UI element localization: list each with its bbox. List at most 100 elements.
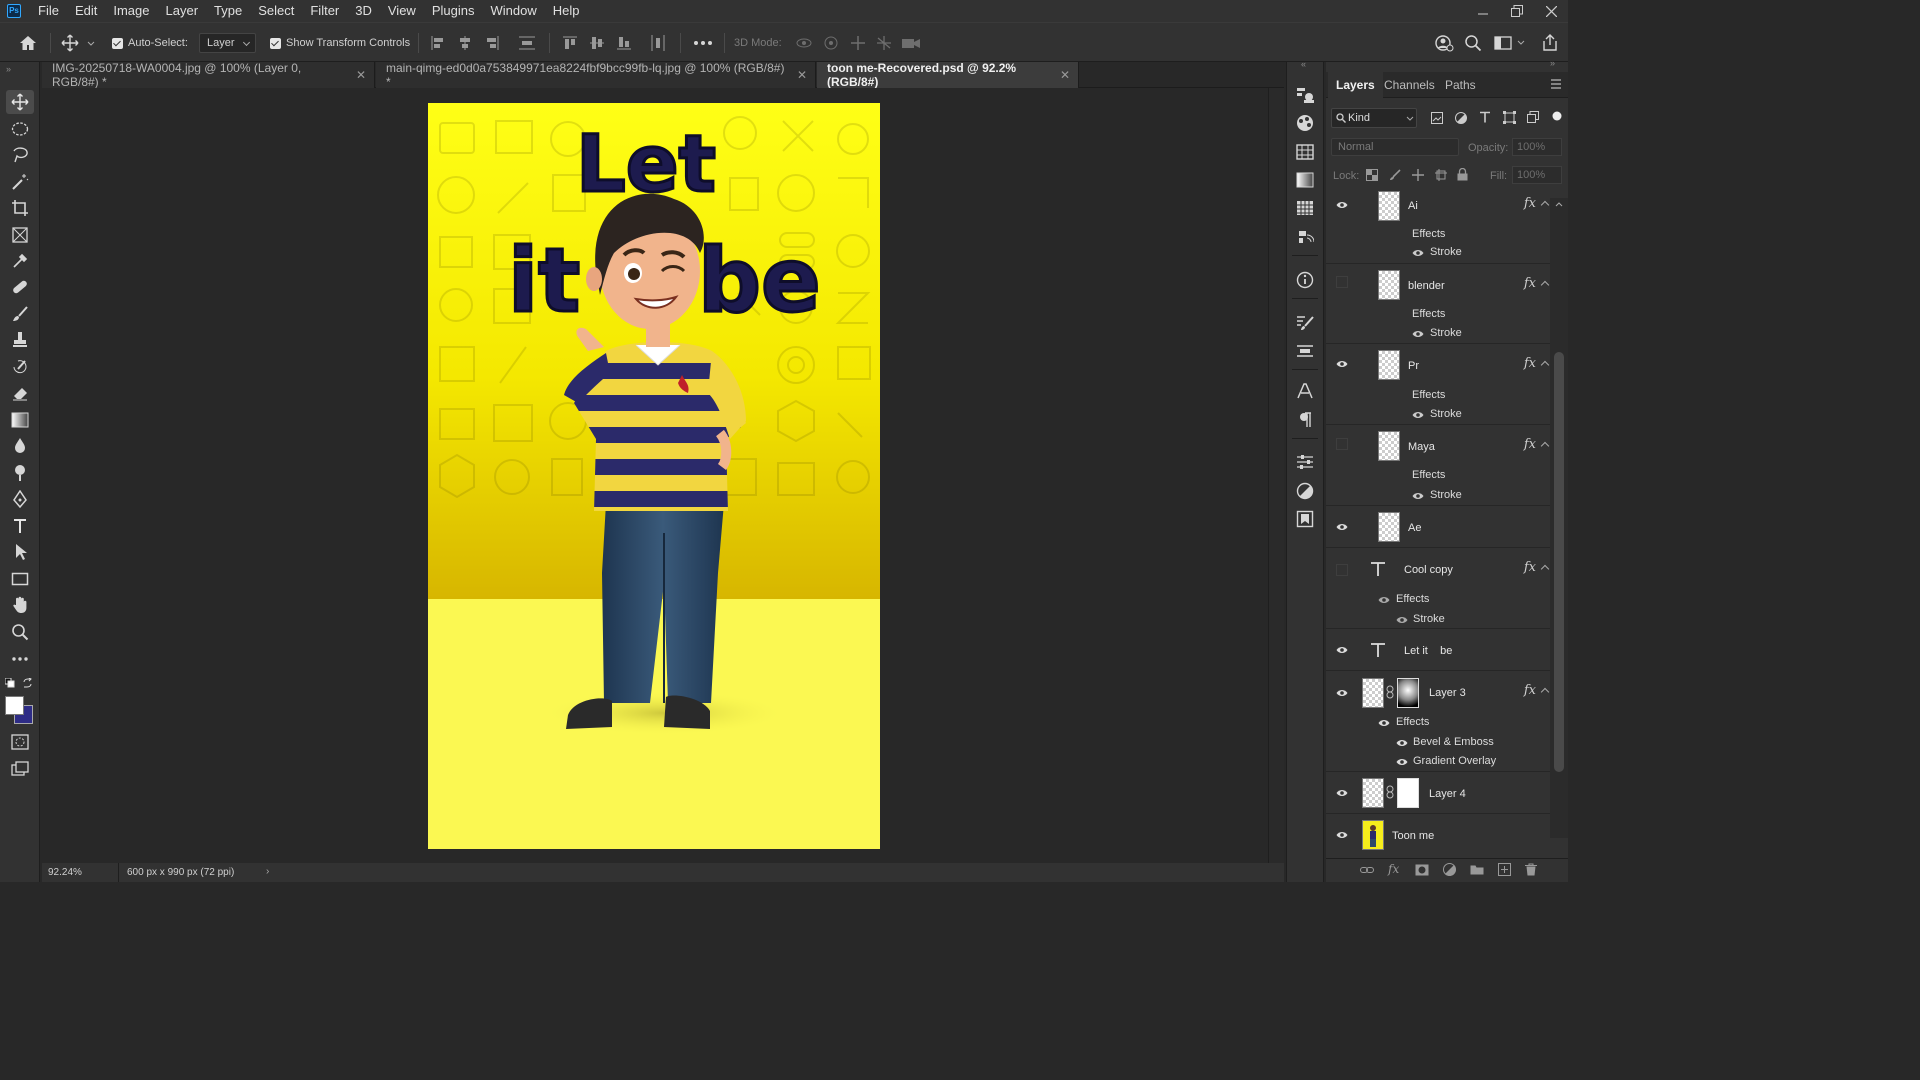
layer-row-cool-copy[interactable]: Cool copy fx Effects Stroke bbox=[1326, 548, 1550, 629]
lock-position-icon[interactable] bbox=[1412, 169, 1424, 181]
layer-name[interactable]: Ae bbox=[1408, 522, 1421, 534]
link-chain-icon[interactable] bbox=[1386, 785, 1394, 799]
layer-name[interactable]: Layer 4 bbox=[1429, 788, 1466, 800]
tab-toon-me-recovered[interactable]: toon me-Recovered.psd @ 92.2% (RGB/8#) ✕ bbox=[817, 61, 1079, 89]
align-left-icon[interactable] bbox=[430, 23, 446, 63]
effect-stroke[interactable]: Stroke bbox=[1430, 327, 1462, 339]
menu-view[interactable]: View bbox=[380, 0, 424, 22]
layer-row-layer-3[interactable]: Layer 3 fx Effects Bevel & Emboss Gradie… bbox=[1326, 671, 1550, 772]
link-layers-icon[interactable] bbox=[1360, 865, 1374, 875]
rectangle-tool[interactable] bbox=[6, 567, 34, 591]
layer-name[interactable]: Maya bbox=[1408, 441, 1435, 453]
visibility-eye-icon[interactable] bbox=[1336, 201, 1348, 209]
align-bottom-icon[interactable] bbox=[616, 23, 632, 63]
layer-mask-thumbnail[interactable] bbox=[1397, 678, 1419, 708]
default-colors-icon[interactable] bbox=[5, 678, 15, 688]
swap-colors-icon[interactable] bbox=[23, 678, 33, 688]
effect-visibility-eye-icon[interactable] bbox=[1412, 249, 1424, 257]
move-tool[interactable] bbox=[6, 90, 34, 114]
align-right-icon[interactable] bbox=[484, 23, 500, 63]
effect-gradient-overlay[interactable]: Gradient Overlay bbox=[1413, 755, 1496, 767]
menu-help[interactable]: Help bbox=[545, 0, 588, 22]
opacity-input[interactable]: 100% bbox=[1512, 138, 1562, 156]
layer-name[interactable]: Let it be bbox=[1404, 645, 1452, 657]
color-panel-icon[interactable] bbox=[1292, 112, 1318, 134]
fill-input[interactable]: 100% bbox=[1512, 166, 1562, 184]
zoom-tool[interactable] bbox=[6, 620, 34, 644]
menu-select[interactable]: Select bbox=[250, 0, 302, 22]
menu-edit[interactable]: Edit bbox=[67, 0, 105, 22]
brush-settings-panel-icon[interactable] bbox=[1292, 312, 1318, 334]
close-tab-icon[interactable]: ✕ bbox=[1060, 68, 1070, 82]
filter-toggle-icon[interactable] bbox=[1551, 110, 1563, 122]
layer-name[interactable]: blender bbox=[1408, 280, 1445, 292]
visibility-toggle-off[interactable] bbox=[1336, 276, 1348, 288]
edit-toolbar-icon[interactable] bbox=[6, 647, 34, 671]
more-options-icon[interactable] bbox=[693, 23, 713, 63]
new-adjustment-layer-icon[interactable] bbox=[1443, 863, 1456, 876]
collapse-effects-icon[interactable] bbox=[1540, 360, 1550, 370]
menu-layer[interactable]: Layer bbox=[158, 0, 207, 22]
fx-icon[interactable]: fx bbox=[1524, 196, 1536, 211]
layer-row-blender[interactable]: blender fx Effects Stroke bbox=[1326, 264, 1550, 344]
new-group-icon[interactable] bbox=[1470, 864, 1484, 875]
add-layer-style-icon[interactable]: fx bbox=[1388, 862, 1399, 876]
layer-name[interactable]: Ai bbox=[1408, 200, 1418, 212]
visibility-eye-icon[interactable] bbox=[1336, 789, 1348, 797]
layer-name[interactable]: Cool copy bbox=[1404, 564, 1453, 576]
layer-row-toon-me[interactable]: Toon me bbox=[1326, 814, 1550, 856]
effects-label[interactable]: Effects bbox=[1412, 308, 1445, 320]
menu-3d[interactable]: 3D bbox=[347, 0, 380, 22]
type-tool[interactable] bbox=[6, 514, 34, 538]
close-tab-icon[interactable]: ✕ bbox=[797, 68, 807, 82]
magic-wand-tool[interactable] bbox=[6, 170, 34, 194]
lock-pixels-icon[interactable] bbox=[1389, 169, 1401, 181]
collapse-effects-icon[interactable] bbox=[1540, 687, 1550, 697]
menu-window[interactable]: Window bbox=[482, 0, 544, 22]
effects-label[interactable]: Effects bbox=[1412, 389, 1445, 401]
tab-layers[interactable]: Layers bbox=[1328, 72, 1383, 98]
align-middle-icon[interactable] bbox=[589, 23, 605, 63]
auto-select-checkbox[interactable]: Auto-Select: bbox=[112, 23, 188, 63]
align-top-icon[interactable] bbox=[562, 23, 578, 63]
learn-panel-icon[interactable] bbox=[1292, 508, 1318, 530]
filter-adjustment-icon[interactable] bbox=[1455, 112, 1467, 124]
effect-visibility-eye-icon[interactable] bbox=[1396, 758, 1408, 766]
adjustments-panel-icon[interactable] bbox=[1292, 480, 1318, 502]
document-canvas[interactable]: Let it be bbox=[428, 103, 880, 849]
layer-row-maya[interactable]: Maya fx Effects Stroke bbox=[1326, 425, 1550, 506]
gradients-panel-icon[interactable] bbox=[1292, 169, 1318, 191]
delete-layer-icon[interactable] bbox=[1525, 863, 1537, 876]
collapse-effects-icon[interactable] bbox=[1540, 200, 1550, 210]
visibility-eye-icon[interactable] bbox=[1336, 689, 1348, 697]
layer-name[interactable]: Layer 3 bbox=[1429, 687, 1466, 699]
effect-stroke[interactable]: Stroke bbox=[1430, 489, 1462, 501]
crop-tool[interactable] bbox=[6, 196, 34, 220]
menu-type[interactable]: Type bbox=[206, 0, 250, 22]
eyedropper-tool[interactable] bbox=[6, 249, 34, 273]
layer-name[interactable]: Pr bbox=[1408, 360, 1419, 372]
visibility-eye-icon[interactable] bbox=[1336, 523, 1348, 531]
workspace-icon[interactable] bbox=[1494, 23, 1528, 63]
lock-all-icon[interactable] bbox=[1457, 168, 1468, 181]
visibility-eye-icon[interactable] bbox=[1336, 646, 1348, 654]
brushes-panel-icon[interactable] bbox=[1292, 340, 1318, 362]
collapse-panel-icon[interactable]: » bbox=[1550, 58, 1555, 68]
fx-icon[interactable]: fx bbox=[1524, 437, 1536, 452]
filter-shape-icon[interactable] bbox=[1503, 111, 1516, 124]
swatches-panel-icon[interactable] bbox=[1292, 141, 1318, 163]
effects-visibility-eye-icon[interactable] bbox=[1378, 596, 1390, 604]
path-selection-tool[interactable] bbox=[6, 540, 34, 564]
lasso-tool[interactable] bbox=[6, 143, 34, 167]
tab-channels[interactable]: Channels bbox=[1376, 72, 1443, 98]
canvas-vertical-scrollbar[interactable] bbox=[1268, 88, 1284, 863]
gradient-tool[interactable] bbox=[6, 408, 34, 432]
character-panel-icon[interactable] bbox=[1292, 380, 1318, 402]
new-layer-icon[interactable] bbox=[1498, 863, 1511, 876]
effect-visibility-eye-icon[interactable] bbox=[1412, 411, 1424, 419]
align-center-icon[interactable] bbox=[457, 23, 473, 63]
distribute-vertical-icon[interactable] bbox=[650, 23, 666, 63]
effects-label[interactable]: Effects bbox=[1412, 228, 1445, 240]
history-panel-icon[interactable] bbox=[1292, 84, 1318, 106]
minimize-button[interactable] bbox=[1466, 0, 1500, 22]
